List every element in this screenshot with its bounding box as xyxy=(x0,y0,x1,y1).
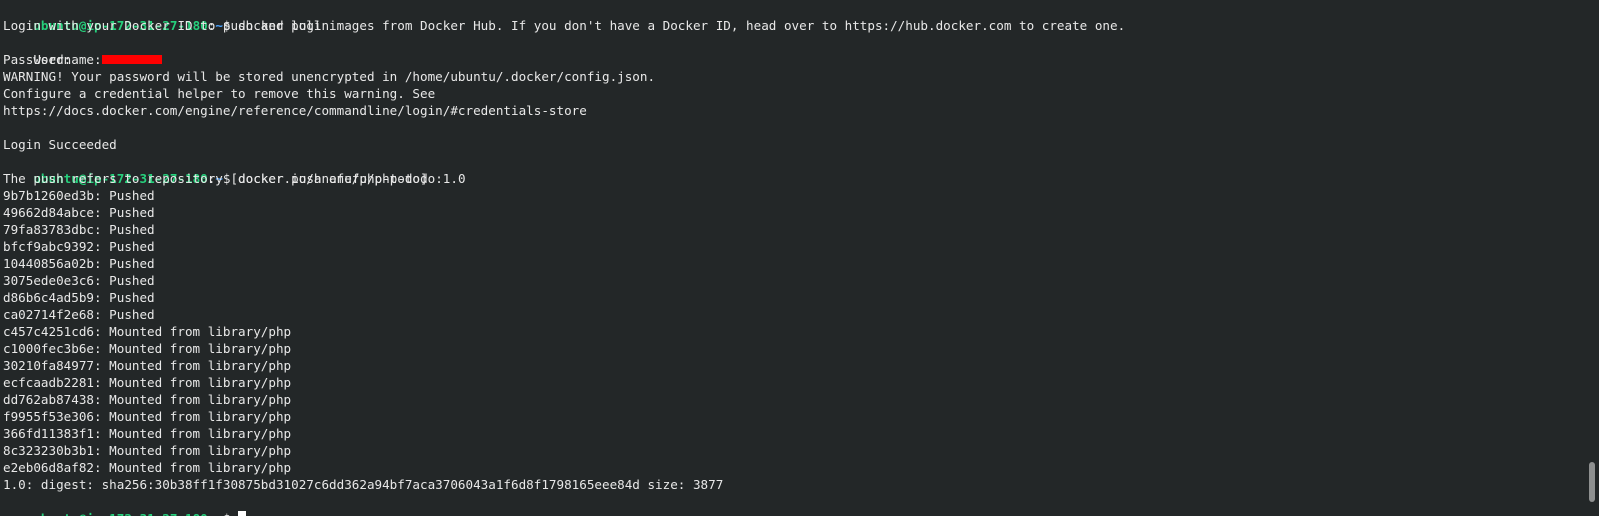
prompt-line-push: ubuntu@ip-172-31-27-180:~$ docker push a… xyxy=(3,153,1599,186)
layer-status-line: d86b6c4ad5b9: Pushed xyxy=(3,290,155,305)
prompt-user-host: ubuntu@ip-172-31-27-180 xyxy=(33,511,207,516)
push-header-line: The push refers to repository [docker.io… xyxy=(3,171,428,186)
scrollbar-thumb[interactable] xyxy=(1589,462,1595,502)
layer-status-line: bfcf9abc9392: Pushed xyxy=(3,239,155,254)
layer-status-line: 8c323230b3b1: Mounted from library/php xyxy=(3,443,292,458)
digest-line: 1.0: digest: sha256:30b38ff1f30875bd3102… xyxy=(3,477,724,492)
prompt-line-current[interactable]: ubuntu@ip-172-31-27-180:~$ xyxy=(3,493,1599,516)
vertical-scrollbar[interactable] xyxy=(1585,0,1599,516)
warning-line: Configure a credential helper to remove … xyxy=(3,86,436,101)
layer-status-line: ca02714f2e68: Pushed xyxy=(3,307,155,322)
login-result-line: Login Succeeded xyxy=(3,137,117,152)
layer-status-line: 9b7b1260ed3b: Pushed xyxy=(3,188,155,203)
layer-status-line: f9955f53e306: Mounted from library/php xyxy=(3,409,292,424)
redaction-bar xyxy=(101,55,162,64)
text-cursor[interactable] xyxy=(238,511,247,516)
layer-status-line: e2eb06d8af82: Mounted from library/php xyxy=(3,460,292,475)
layer-status-line: dd762ab87438: Mounted from library/php xyxy=(3,392,292,407)
layer-status-line: c457c4251cd6: Mounted from library/php xyxy=(3,324,292,339)
username-line: Username: xyxy=(3,34,1599,67)
layer-status-line: c1000fec3b6e: Mounted from library/php xyxy=(3,341,292,356)
output-line: Login with your Docker ID to push and pu… xyxy=(3,18,1126,33)
password-line: Password: xyxy=(3,52,72,67)
warning-line: WARNING! Your password will be stored un… xyxy=(3,69,656,84)
terminal-window[interactable]: ubuntu@ip-172-31-27-180:~$ docker login … xyxy=(0,0,1599,516)
prompt-symbol: $ xyxy=(223,511,238,516)
warning-line: https://docs.docker.com/engine/reference… xyxy=(3,103,587,118)
prompt-line-login: ubuntu@ip-172-31-27-180:~$ docker login xyxy=(3,0,1599,33)
layer-status-line: 10440856a02b: Pushed xyxy=(3,256,155,271)
layer-status-line: ecfcaadb2281: Mounted from library/php xyxy=(3,375,292,390)
prompt-path: ~ xyxy=(215,511,223,516)
layer-status-line: 79fa83783dbc: Pushed xyxy=(3,222,155,237)
layer-status-line: 49662d84abce: Pushed xyxy=(3,205,155,220)
layer-status-line: 366fd11383f1: Mounted from library/php xyxy=(3,426,292,441)
layer-status-line: 30210fa84977: Mounted from library/php xyxy=(3,358,292,373)
layer-status-line: 3075ede0e3c6: Pushed xyxy=(3,273,155,288)
